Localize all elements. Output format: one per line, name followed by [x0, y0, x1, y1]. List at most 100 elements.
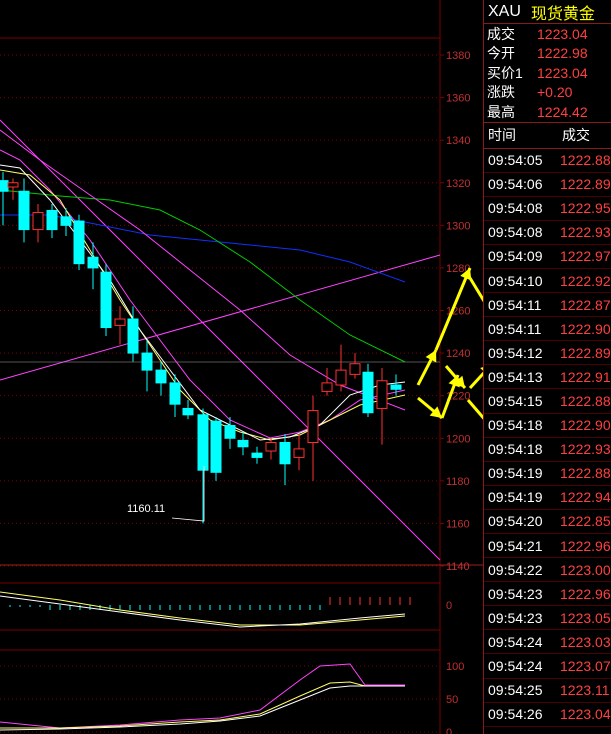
tick-price: 1222.97 [560, 248, 611, 265]
tick-price: 1223.11 [560, 682, 610, 699]
quote-label: 涨跌 [487, 84, 515, 101]
candle-body [100, 271, 112, 329]
indicator2-tick-label: 100 [446, 661, 464, 673]
tick-time: 09:54:12 [488, 344, 543, 361]
tick-time: 09:54:22 [488, 561, 543, 578]
candle-body [155, 369, 167, 384]
price-tick-label: 1300 [446, 220, 470, 232]
quote-label: 买价1 [487, 64, 523, 81]
tick-price: 1223.04 [560, 706, 611, 723]
ticks-price-header: 成交 [562, 127, 590, 143]
quote-row: 涨跌 +0.20 [484, 83, 611, 103]
candle-body [169, 382, 181, 405]
candles [0, 172, 402, 524]
grid-lines [0, 0, 483, 734]
candle-body [210, 420, 222, 473]
quote-panel: XAU 现货黄金 成交 1223.04 今开 1222.98 买价1 1223.04 … [483, 0, 611, 734]
tick-price: 1222.94 [560, 489, 611, 506]
low-price-label: 1160.11 [127, 503, 165, 515]
price-tick-label: 1340 [446, 135, 470, 147]
ma-short-line [0, 169, 406, 441]
tick-price: 1222.88 [560, 152, 611, 169]
tick-price: 1222.89 [560, 176, 611, 193]
quote-row: 成交 1223.04 [484, 24, 611, 44]
tick-list[interactable]: 09:54:05 1222.88 09:54:06 1222.89 09:54:08 12… [484, 149, 611, 727]
quote-box: 成交 1223.04 今开 1222.98 买价1 1223.04 涨跌 +0.20 最… [484, 24, 611, 123]
price-chart-canvas[interactable]: 1380136013401320130012801260124012201200… [0, 0, 483, 734]
arrow-line [468, 277, 483, 303]
tick-price: 1222.93 [560, 224, 611, 241]
quote-value: +0.20 [537, 84, 573, 101]
tick-time: 09:54:08 [488, 224, 543, 241]
ma-mid-line [0, 129, 406, 411]
tick-row: 09:54:21 1222.96 [484, 534, 611, 559]
tick-time: 09:54:15 [488, 392, 543, 409]
candle-body [335, 369, 347, 386]
annotation-arrows [416, 267, 483, 420]
tick-price: 1222.95 [560, 200, 611, 217]
symbol-header: XAU 现货黄金 [484, 0, 611, 24]
tick-time: 09:54:23 [488, 585, 543, 602]
ma-long-line [0, 189, 406, 363]
candlestick-chart[interactable]: 1380 1360 1340 1320 1300 1280 1260 1240 1220 1200… [0, 0, 483, 734]
rsi-line-2 [0, 681, 405, 729]
tick-time: 09:54:24 [488, 658, 543, 675]
rsi-line-3 [0, 685, 405, 731]
candle-body [224, 424, 236, 439]
moving-average-lines [0, 119, 441, 561]
quote-value: 1223.04 [537, 25, 588, 42]
tick-row: 09:54:11 1222.87 [484, 293, 611, 318]
candle-body [321, 382, 333, 392]
tick-row: 09:54:11 1222.90 [484, 317, 611, 342]
candle-body [32, 212, 44, 231]
tick-time: 09:54:26 [488, 706, 543, 723]
tick-time: 09:54:25 [488, 682, 543, 699]
ma-mid-short-line [0, 149, 406, 439]
candle-body [73, 220, 85, 265]
tick-row: 09:54:24 1223.07 [484, 654, 611, 679]
symbol-name: 现货黄金 [530, 5, 595, 23]
tick-time: 09:54:18 [488, 441, 543, 458]
candle-body [390, 384, 402, 390]
low-marker-line [171, 466, 205, 522]
quote-row: 最高 1224.42 [484, 102, 611, 122]
tick-price: 1222.89 [560, 344, 611, 361]
tick-time: 09:54:21 [488, 537, 543, 554]
candle-body [293, 448, 305, 458]
candle-body [141, 352, 153, 371]
candle-body [18, 190, 30, 231]
tick-row: 09:54:09 1222.97 [484, 245, 611, 269]
ticks-time-header: 时间 [488, 127, 516, 143]
quote-row: 买价1 1223.04 [484, 63, 611, 83]
tick-price: 1222.92 [560, 272, 611, 289]
tick-time: 09:54:10 [488, 272, 543, 289]
tick-row: 09:54:22 1223.00 [484, 558, 611, 583]
tick-price: 1222.90 [560, 417, 611, 434]
quote-label: 成交 [487, 25, 515, 42]
tick-price: 1223.03 [560, 633, 611, 650]
tick-row: 09:54:20 1222.85 [484, 510, 611, 534]
candle-body [0, 180, 9, 192]
price-tick-label: 1380 [446, 50, 470, 62]
tick-row: 09:54:26 1223.04 [484, 703, 611, 727]
price-tick-label: 1140 [446, 561, 470, 573]
tick-row: 09:54:24 1223.03 [484, 630, 611, 655]
tick-time: 09:54:18 [488, 417, 543, 434]
candle-body [46, 209, 58, 231]
quote-value: 1224.42 [537, 103, 588, 120]
tick-time: 09:54:19 [488, 489, 543, 506]
tick-price: 1222.96 [560, 537, 611, 554]
arrow-line [468, 371, 483, 390]
candle-body [60, 216, 72, 226]
tick-row: 09:54:23 1223.05 [484, 606, 611, 631]
candle-body [265, 442, 277, 452]
tick-time: 09:54:06 [488, 176, 543, 193]
price-tick-label: 1240 [446, 348, 470, 360]
tick-price: 1223.00 [560, 561, 611, 578]
tick-time: 09:54:19 [488, 465, 543, 482]
tick-time: 09:54:20 [488, 513, 543, 530]
trend-line [0, 254, 441, 381]
tick-price: 1222.91 [560, 368, 611, 385]
indicator2-tick-label: 50 [446, 694, 458, 706]
tick-price: 1222.88 [560, 465, 611, 482]
